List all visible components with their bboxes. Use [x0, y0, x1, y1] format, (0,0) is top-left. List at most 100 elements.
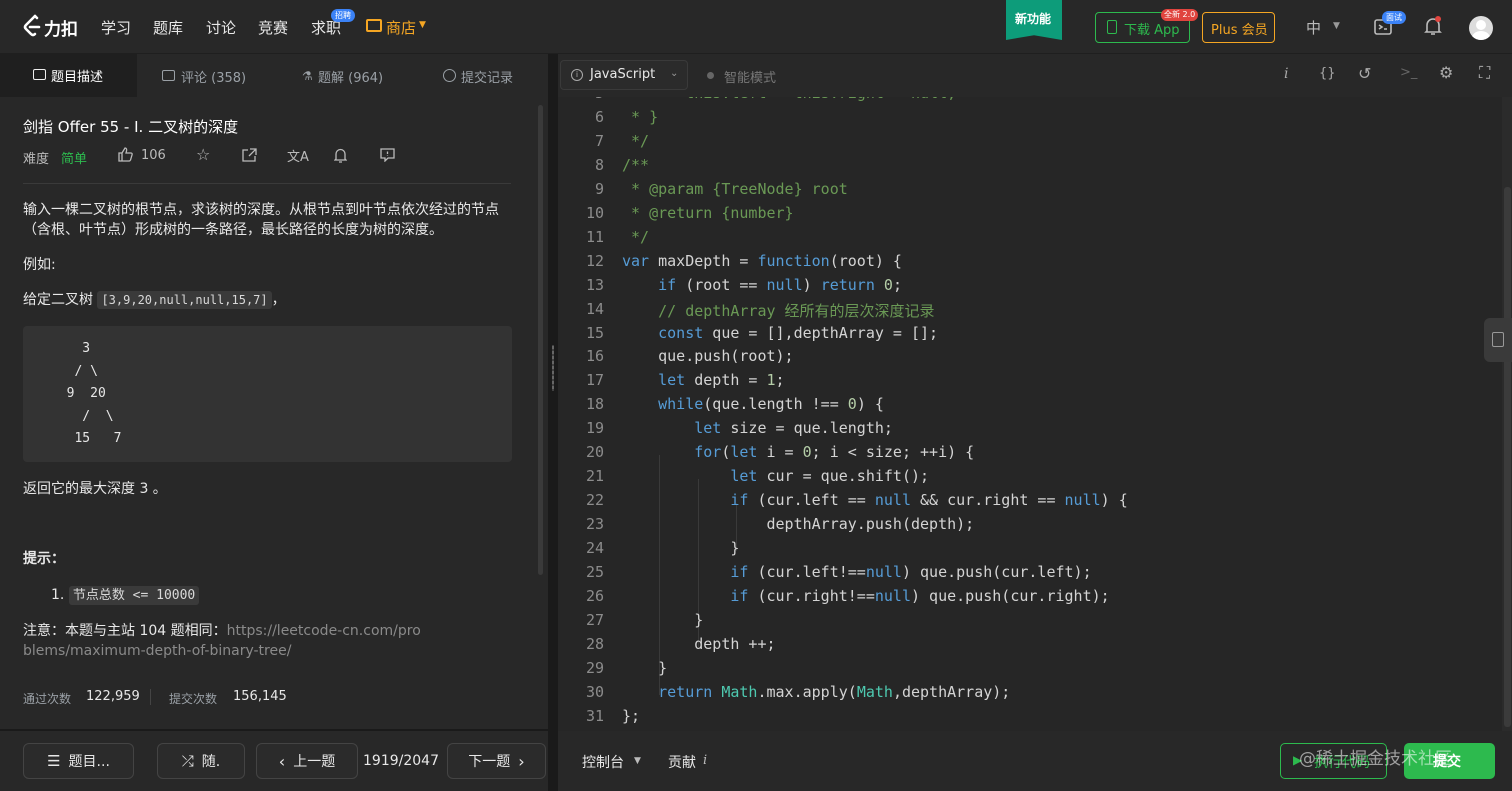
given-suffix: ，: [271, 292, 286, 308]
nav-discuss[interactable]: 讨论: [206, 17, 236, 38]
code-line[interactable]: let depth = 1;: [622, 371, 784, 389]
tree-line: 9 20: [51, 386, 106, 402]
code-line[interactable]: que.push(root);: [622, 347, 793, 365]
code-format-icon[interactable]: {}: [1319, 66, 1336, 81]
code-line[interactable]: return Math.max.apply(Math,depthArray);: [622, 683, 1010, 701]
bell-outline-icon[interactable]: [334, 148, 347, 163]
problem-list-label: 题目...: [68, 754, 110, 770]
code-line[interactable]: while(que.length !== 0) {: [622, 395, 884, 413]
contribute-button[interactable]: 贡献: [668, 752, 696, 772]
nav-learn[interactable]: 学习: [101, 17, 131, 38]
code-line[interactable]: if (cur.left!==null) que.push(cur.left);: [622, 563, 1091, 581]
feedback-icon[interactable]: [380, 148, 395, 162]
code-line[interactable]: };: [622, 707, 640, 725]
store-icon: [366, 19, 382, 32]
line-number: 28: [585, 634, 604, 653]
nav-problemset[interactable]: 题库: [153, 17, 183, 38]
tab-comments[interactable]: 评论 (358): [181, 67, 246, 86]
line-number: 25: [585, 563, 604, 581]
fullscreen-icon[interactable]: ⛶: [1479, 63, 1490, 83]
nav-store[interactable]: 商店: [386, 17, 416, 38]
thumbs-up-icon[interactable]: [118, 147, 133, 162]
smart-mode-toggle[interactable]: 智能模式: [724, 67, 776, 86]
line-number: 23: [585, 515, 604, 534]
panel-splitter[interactable]: [548, 97, 558, 731]
language-label: JavaScript: [590, 67, 656, 82]
editor-scrollbar[interactable]: [1502, 97, 1512, 731]
language-switch[interactable]: 中: [1306, 17, 1321, 38]
star-icon[interactable]: ☆: [196, 145, 210, 164]
problem-title: 剑指 Offer 55 - I. 二叉树的深度: [23, 118, 239, 136]
code-line[interactable]: }: [622, 659, 667, 677]
chevron-left-icon: ‹: [278, 751, 286, 771]
share-icon[interactable]: [242, 148, 257, 162]
code-line[interactable]: var maxDepth = function(root) {: [622, 252, 902, 270]
code-line[interactable]: for(let i = 0; i < size; ++i) {: [622, 443, 974, 461]
avatar[interactable]: [1469, 16, 1493, 40]
next-problem-button[interactable]: 下一题 ›: [447, 743, 546, 779]
code-line[interactable]: }: [622, 539, 739, 557]
console-toggle[interactable]: 控制台: [582, 752, 624, 772]
reset-icon[interactable]: ↺: [1358, 64, 1371, 83]
line-number: 8: [594, 155, 604, 174]
line-number: 24: [585, 539, 604, 558]
language-select[interactable]: i JavaScript ⌄: [560, 60, 688, 90]
problem-footer: ☰ 题目... ⤮ 随. ‹ 上一题 1919/2047 下一题 ›: [0, 731, 548, 791]
code-line[interactable]: let size = que.length;: [622, 419, 893, 437]
line-number: 29: [585, 658, 604, 677]
code-line[interactable]: if (cur.left == null && cur.right == nul…: [622, 491, 1127, 509]
side-drawer-tab[interactable]: [1484, 318, 1512, 362]
new-feature-label: 新功能: [1015, 12, 1052, 26]
terminal-icon[interactable]: >_: [1400, 65, 1417, 80]
pass-count: 122,959: [86, 689, 140, 704]
tab-description[interactable]: 题目描述: [0, 54, 137, 97]
code-line[interactable]: depthArray.push(depth);: [622, 515, 974, 533]
editor-footer: 控制台 ▼ 贡献 i ▶ 执行代码 提交 @稀土掘金技术社区: [558, 731, 1512, 791]
code-line[interactable]: }: [622, 611, 703, 629]
leetcode-logo-icon[interactable]: [22, 14, 42, 38]
new-feature-banner[interactable]: 新功能: [1006, 0, 1062, 40]
jobs-badge: 招聘: [331, 9, 355, 22]
hint-item: 1. 节点总数 <= 10000: [51, 585, 200, 606]
contribute-info-icon: i: [703, 753, 708, 768]
tab-submissions[interactable]: 提交记录: [461, 67, 513, 86]
code-line[interactable]: if (root == null) return 0;: [622, 276, 902, 294]
tab-solutions[interactable]: 题解 (964): [318, 67, 383, 86]
line-number: 11: [585, 227, 604, 246]
code-line[interactable]: // depthArray 经所有的层次深度记录: [622, 300, 934, 321]
example-label: 例如:: [23, 257, 56, 273]
prev-problem-button[interactable]: ‹ 上一题: [256, 743, 358, 779]
divider: [23, 183, 511, 184]
nav-contest[interactable]: 竞赛: [258, 17, 288, 38]
code-line[interactable]: * @return {number}: [622, 204, 794, 222]
description-icon: [33, 69, 46, 80]
line-number: 13: [585, 275, 604, 294]
code-line[interactable]: const que = [],depthArray = [];: [622, 324, 938, 342]
hint-label: 提示：: [23, 551, 65, 567]
code-line[interactable]: */: [622, 132, 649, 150]
info-italic-icon[interactable]: i: [1284, 66, 1288, 82]
settings-icon[interactable]: ⚙: [1439, 63, 1453, 82]
code-line[interactable]: if (cur.right!==null) que.push(cur.right…: [622, 587, 1109, 605]
code-line[interactable]: let cur = que.shift();: [622, 467, 929, 485]
code-line[interactable]: * this.left = this.right = null;: [622, 97, 956, 102]
code-line[interactable]: */: [622, 228, 649, 246]
code-editor[interactable]: 5 * this.left = this.right = null; 6 * } 7…: [558, 97, 1504, 731]
code-line[interactable]: depth ++;: [622, 635, 775, 653]
tree-line: / \: [51, 363, 98, 379]
phone-icon: [1107, 20, 1117, 34]
code-line[interactable]: /**: [622, 156, 649, 174]
stats-divider: [150, 689, 151, 705]
hint-number: 1.: [51, 587, 65, 603]
given-array-code: [3,9,20,null,null,15,7]: [97, 291, 272, 309]
line-number: 30: [585, 682, 604, 701]
plus-member-button[interactable]: Plus 会员: [1202, 12, 1275, 43]
line-number: 22: [585, 491, 604, 510]
translate-icon[interactable]: 文A: [287, 146, 309, 165]
problem-list-button[interactable]: ☰ 题目...: [23, 743, 134, 779]
code-line[interactable]: * @param {TreeNode} root: [622, 180, 848, 198]
left-scrollbar[interactable]: [538, 105, 543, 575]
code-line[interactable]: * }: [622, 108, 658, 126]
random-button[interactable]: ⤮ 随.: [157, 743, 245, 779]
brand-name[interactable]: 力扣: [44, 15, 78, 40]
